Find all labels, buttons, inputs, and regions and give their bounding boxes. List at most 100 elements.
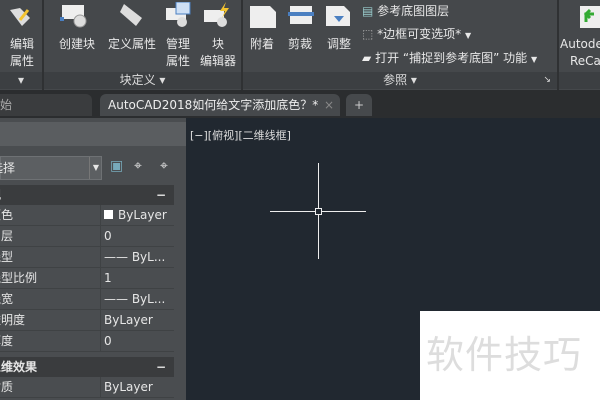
clip-icon — [288, 4, 314, 26]
panel-block-definition[interactable]: 块定义 ▾ — [44, 72, 241, 89]
label: 三维效果 — [0, 360, 38, 374]
property-name: 图层 — [0, 229, 14, 243]
label: 0 — [104, 334, 112, 348]
label: 管理 — [165, 37, 190, 51]
attach-icon — [248, 2, 276, 28]
label: ReCap — [570, 54, 600, 68]
underlay-layers-button[interactable]: ▤ 参考底图图层 — [362, 2, 449, 19]
property-row[interactable]: 图层 0 — [0, 226, 174, 247]
palette-title-bar[interactable] — [0, 122, 186, 146]
frame-icon: ⬚ — [362, 27, 374, 41]
property-value[interactable]: —— ByL... — [100, 289, 174, 310]
properties-palette: 无选择▼ ▣ ⌖ ⌖ 常规− 颜色ByLayer图层0线型—— ByL...线型… — [0, 118, 186, 400]
object-selector[interactable]: 无选择 ▼ — [0, 156, 102, 180]
create-block-icon — [60, 4, 87, 28]
snap-icon: ▰ — [362, 51, 372, 65]
property-name: 线型比例 — [0, 271, 38, 285]
edit-attribute-button[interactable]: 编辑 属性 — [2, 36, 42, 70]
label: 属性 — [165, 54, 190, 68]
viewport-controls[interactable]: [−][俯视][二维线框] — [190, 127, 291, 143]
recap-icon — [578, 4, 600, 28]
watermark: 软件技巧 — [420, 311, 600, 400]
quick-select-icon[interactable]: ⌖ — [160, 158, 168, 174]
label: —— ByL... — [104, 292, 166, 306]
pickbox — [315, 208, 322, 215]
label: 0 — [104, 229, 112, 243]
panel-recap — [559, 72, 600, 89]
tab-start[interactable]: 开始 — [0, 94, 92, 116]
label: 开始 — [0, 98, 13, 112]
collapse-icon[interactable]: − — [156, 185, 166, 205]
label: 常规 — [0, 188, 1, 202]
property-name: 材质 — [0, 380, 14, 394]
property-name: 线宽 — [0, 292, 14, 306]
property-value[interactable]: 0 — [100, 226, 174, 247]
collapse-icon[interactable]: − — [156, 357, 166, 377]
label: —— ByL... — [104, 250, 166, 264]
property-row[interactable]: 材质 ByLayer — [0, 377, 174, 398]
label: AutoCAD2018如何给文字添加底色？* — [108, 98, 319, 112]
define-attribute-button[interactable]: 定义属性 — [104, 36, 160, 53]
label: 参考底图图层 — [377, 4, 450, 18]
clip-button[interactable]: 剪裁 — [282, 36, 318, 53]
create-block-button[interactable]: 创建块 — [52, 36, 102, 53]
close-tab-icon[interactable]: × — [324, 94, 334, 116]
property-name: 透明度 — [0, 313, 26, 327]
property-value[interactable]: —— ByL... — [100, 247, 174, 268]
property-name: 线型 — [0, 250, 14, 264]
adjust-button[interactable]: 调整 — [320, 36, 358, 53]
label: Autodesk — [560, 37, 600, 51]
property-row[interactable]: 线宽 —— ByL... — [0, 289, 174, 310]
recap-button[interactable]: Autodesk ReCap — [560, 36, 600, 70]
property-name: 颜色 — [0, 208, 14, 222]
property-value[interactable]: ByLayer — [100, 205, 174, 226]
block-editor-icon — [202, 2, 229, 27]
edit-attribute-icon — [6, 6, 32, 28]
attach-button[interactable]: 附着 — [244, 36, 280, 53]
property-value[interactable]: 0 — [100, 331, 174, 352]
manage-attributes-icon — [164, 1, 191, 27]
ribbon: 编辑属性 创建块 定义属性 管理属性 块编辑器 附着 剪裁 调整 ▤ 参考底图图… — [0, 0, 600, 90]
adjust-icon — [324, 2, 350, 26]
tab-document[interactable]: AutoCAD2018如何给文字添加底色？* × — [100, 94, 340, 116]
chevron-down-icon[interactable]: ▼ — [89, 157, 102, 179]
new-tab-button[interactable]: + — [346, 94, 372, 116]
label: 属性 — [9, 54, 34, 68]
property-row[interactable]: 厚度 0 — [0, 331, 174, 352]
label: ByLayer — [118, 208, 167, 222]
chevron-down-icon: ▼ — [465, 31, 472, 40]
dialog-launcher-icon[interactable]: ↘ — [543, 72, 551, 89]
select-objects-icon[interactable]: ⌖ — [134, 158, 142, 174]
label: *边框可变选项* — [377, 27, 462, 41]
label: 1 — [104, 271, 112, 285]
property-row[interactable]: 颜色 ByLayer — [0, 205, 174, 226]
block-editor-button[interactable]: 块编辑器 — [196, 36, 240, 70]
define-attribute-icon — [118, 2, 144, 26]
file-tabs: 开始 AutoCAD2018如何给文字添加底色？* × + — [0, 90, 600, 118]
property-value[interactable]: ByLayer — [100, 377, 174, 398]
label: 块 — [211, 37, 224, 51]
property-row[interactable]: 线型 —— ByL... — [0, 247, 174, 268]
property-row[interactable]: 线型比例 1 — [0, 268, 174, 289]
manage-attributes-button[interactable]: 管理 属性 — [160, 36, 196, 70]
section-general[interactable]: 常规 − — [0, 185, 174, 205]
section-3d-effects[interactable]: 三维效果 − — [0, 357, 174, 377]
panel-expander[interactable]: ▾ — [0, 72, 42, 89]
property-row[interactable]: 透明度 ByLayer — [0, 310, 174, 331]
label: 编辑器 — [199, 54, 236, 68]
toggle-pickadd-icon[interactable]: ▣ — [110, 158, 123, 174]
label: 打开 “捕捉到参考底图” 功能 — [375, 51, 528, 65]
label: 无选择 — [0, 161, 16, 175]
label: 参照 ▾ — [383, 73, 417, 87]
label: ByLayer — [104, 313, 153, 327]
property-value[interactable]: 1 — [100, 268, 174, 289]
label: 编辑 — [9, 37, 34, 51]
frame-variable-dropdown[interactable]: ⬚ *边框可变选项* ▼ — [362, 25, 471, 42]
property-name: 厚度 — [0, 334, 14, 348]
underlay-layers-icon: ▤ — [362, 4, 374, 18]
chevron-down-icon: ▼ — [530, 55, 538, 64]
color-swatch — [104, 210, 113, 219]
snap-underlay-dropdown[interactable]: ▰ 打开 “捕捉到参考底图” 功能 ▼ — [362, 49, 537, 66]
panel-reference[interactable]: 参照 ▾ ↘ — [243, 72, 557, 89]
property-value[interactable]: ByLayer — [100, 310, 174, 331]
